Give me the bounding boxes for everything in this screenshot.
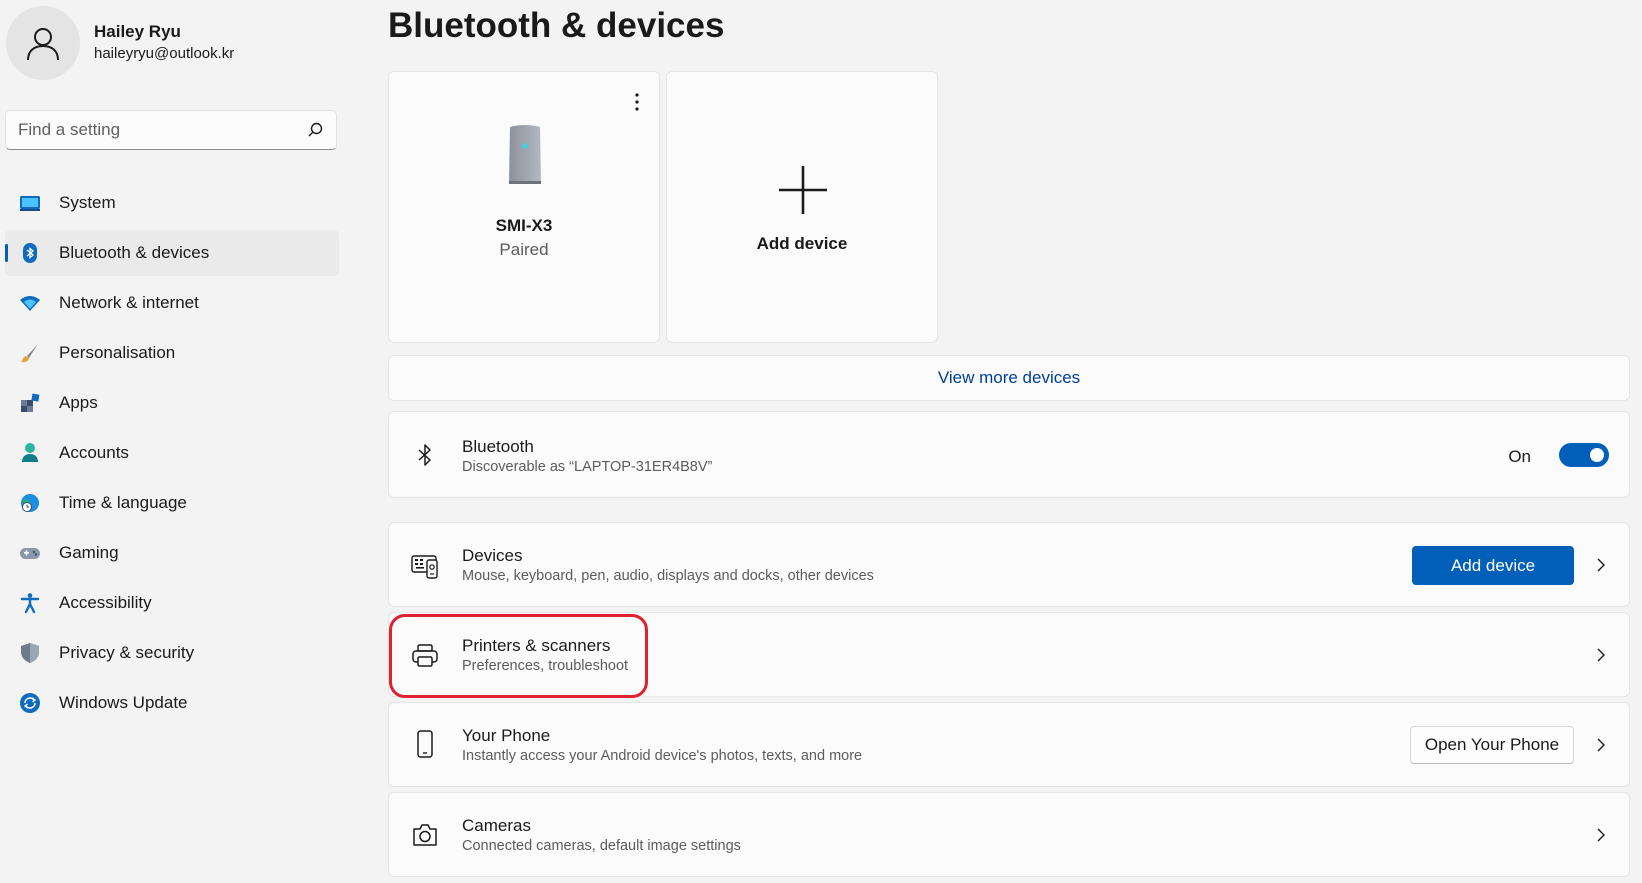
sidebar-item-label: Network & internet xyxy=(59,293,199,312)
printer-icon xyxy=(412,644,438,667)
add-device-button[interactable]: Add device xyxy=(1412,546,1574,585)
add-device-label: Add device xyxy=(756,234,848,253)
devices-icon xyxy=(411,555,438,579)
phone-icon xyxy=(417,730,433,758)
sidebar-item-gaming[interactable]: Gaming xyxy=(5,530,339,576)
apps-icon xyxy=(21,393,40,412)
your-phone-subtitle: Instantly access your Android device's p… xyxy=(462,748,863,764)
your-phone-row[interactable]: Your Phone Instantly access your Android… xyxy=(388,702,1630,787)
sidebar-item-accessibility[interactable]: Accessibility xyxy=(5,580,339,626)
person-icon xyxy=(27,28,59,61)
sidebar-item-label: System xyxy=(59,193,116,212)
chevron-right-icon xyxy=(1597,558,1605,572)
add-device-card[interactable]: Add device xyxy=(666,71,938,343)
printers-scanners-row[interactable]: Printers & scanners Preferences, trouble… xyxy=(388,612,1630,697)
bluetooth-icon xyxy=(418,444,431,466)
wifi-icon xyxy=(20,296,40,311)
printers-subtitle: Preferences, troubleshoot xyxy=(462,658,629,674)
sidebar-item-label: Bluetooth & devices xyxy=(59,243,210,262)
update-icon xyxy=(20,693,40,713)
sidebar-item-network[interactable]: Network & internet xyxy=(5,280,339,326)
plus-icon xyxy=(779,166,827,214)
bluetooth-row: Bluetooth Discoverable as “LAPTOP-31ER4B… xyxy=(388,411,1630,498)
sidebar-item-label: Time & language xyxy=(59,493,187,512)
sidebar-item-windows-update[interactable]: Windows Update xyxy=(5,680,339,726)
sidebar-item-label: Personalisation xyxy=(59,343,176,362)
user-email: haileyryu@outlook.kr xyxy=(94,45,235,62)
bluetooth-subtitle: Discoverable as “LAPTOP-31ER4B8V” xyxy=(462,459,713,475)
search-box[interactable] xyxy=(5,110,337,150)
devices-row[interactable]: Devices Mouse, keyboard, pen, audio, dis… xyxy=(388,522,1630,607)
sidebar-nav: System Bluetooth & devices Network & int… xyxy=(5,180,339,730)
devices-subtitle: Mouse, keyboard, pen, audio, displays an… xyxy=(462,568,874,584)
chevron-right-icon xyxy=(1597,648,1605,662)
device-name: SMI-X3 xyxy=(495,216,553,235)
sidebar-item-bluetooth-devices[interactable]: Bluetooth & devices xyxy=(5,230,339,276)
cameras-title: Cameras xyxy=(462,816,531,835)
sidebar-item-privacy-security[interactable]: Privacy & security xyxy=(5,630,339,676)
sidebar-item-label: Windows Update xyxy=(59,693,188,712)
toggle-knob xyxy=(1590,448,1604,462)
gamepad-icon xyxy=(20,548,40,559)
sidebar-item-system[interactable]: System xyxy=(5,180,339,226)
sidebar: Hailey Ryu haileyryu@outlook.kr System B… xyxy=(0,0,350,883)
cameras-row[interactable]: Cameras Connected cameras, default image… xyxy=(388,792,1630,877)
bluetooth-state-label: On xyxy=(1508,447,1531,466)
device-status: Paired xyxy=(499,240,549,259)
chevron-right-icon xyxy=(1597,828,1605,842)
view-more-devices-link[interactable]: View more devices xyxy=(938,368,1080,388)
camera-icon xyxy=(413,824,437,846)
bluetooth-title: Bluetooth xyxy=(462,437,534,456)
shield-icon xyxy=(21,643,39,663)
search-input[interactable] xyxy=(6,111,296,149)
cameras-subtitle: Connected cameras, default image setting… xyxy=(462,838,741,854)
avatar[interactable] xyxy=(6,6,80,80)
sidebar-item-label: Privacy & security xyxy=(59,643,195,662)
sidebar-item-accounts[interactable]: Accounts xyxy=(5,430,339,476)
device-card-smi-x3[interactable]: SMI-X3 Paired xyxy=(388,71,660,343)
computer-tower-icon xyxy=(509,125,541,184)
system-icon xyxy=(20,196,40,211)
bluetooth-icon xyxy=(23,243,37,263)
sidebar-item-personalisation[interactable]: Personalisation xyxy=(5,330,339,376)
brush-icon xyxy=(21,344,38,363)
devices-title: Devices xyxy=(462,546,523,565)
your-phone-title: Your Phone xyxy=(462,726,551,745)
more-options-icon[interactable] xyxy=(629,90,645,114)
accessibility-icon xyxy=(20,593,40,614)
chevron-right-icon xyxy=(1597,738,1605,752)
user-name: Hailey Ryu xyxy=(94,22,181,41)
sidebar-item-apps[interactable]: Apps xyxy=(5,380,339,426)
bluetooth-toggle[interactable] xyxy=(1559,443,1609,467)
open-your-phone-button[interactable]: Open Your Phone xyxy=(1410,726,1574,764)
globe-clock-icon xyxy=(21,494,39,512)
view-more-devices[interactable]: View more devices xyxy=(388,355,1630,401)
sidebar-item-label: Apps xyxy=(59,393,98,412)
sidebar-item-label: Accounts xyxy=(59,443,129,462)
sidebar-item-time-language[interactable]: Time & language xyxy=(5,480,339,526)
page-title: Bluetooth & devices xyxy=(388,6,725,45)
search-icon[interactable] xyxy=(306,121,324,139)
sidebar-item-label: Gaming xyxy=(59,543,119,562)
printers-title: Printers & scanners xyxy=(462,636,611,655)
sidebar-item-label: Accessibility xyxy=(59,593,152,612)
person-icon xyxy=(22,443,38,462)
